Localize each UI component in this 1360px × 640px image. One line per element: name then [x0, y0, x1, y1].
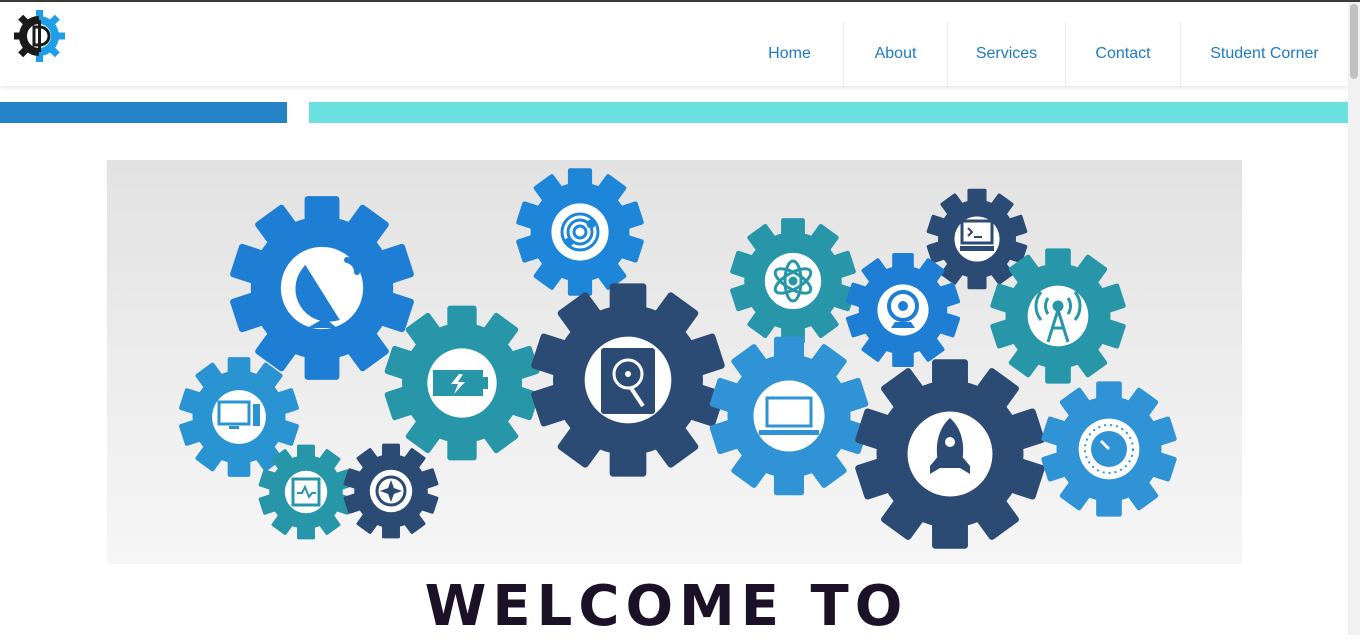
compass-icon — [375, 475, 407, 507]
site-logo[interactable] — [8, 6, 66, 64]
gear-hard-drive — [530, 283, 726, 477]
gear-battery — [383, 305, 541, 461]
gear-rocket — [854, 359, 1046, 549]
gear-laptop — [708, 336, 870, 496]
gear-compass — [343, 443, 439, 539]
site-header: Home About Services Contact Student Corn… — [0, 2, 1348, 86]
main-nav: Home About Services Contact Student Corn… — [736, 22, 1348, 86]
scrollbar-thumb[interactable] — [1350, 4, 1358, 79]
gear-fingerprint — [515, 168, 645, 296]
battery-icon — [433, 370, 488, 396]
nav-home[interactable]: Home — [736, 22, 843, 86]
gear-dial — [1040, 381, 1178, 517]
accent-bar-blue — [0, 102, 287, 123]
page-scrollbar[interactable] — [1348, 2, 1360, 635]
welcome-heading: WELCOME TO — [424, 574, 909, 639]
gear-webcam — [845, 252, 961, 368]
nav-services[interactable]: Services — [947, 22, 1065, 86]
nav-contact[interactable]: Contact — [1065, 22, 1180, 86]
gear-antenna — [989, 248, 1127, 384]
nav-student-corner[interactable]: Student Corner — [1180, 22, 1348, 86]
hero-banner-image — [107, 160, 1242, 564]
gear-processor — [258, 444, 354, 540]
nav-about[interactable]: About — [843, 22, 947, 86]
gear-satellite-dish — [229, 196, 415, 380]
hard-drive-icon — [601, 348, 655, 414]
accent-bar-cyan — [309, 102, 1348, 123]
gear-atom — [729, 218, 857, 344]
logo-gear-icon — [14, 10, 65, 62]
